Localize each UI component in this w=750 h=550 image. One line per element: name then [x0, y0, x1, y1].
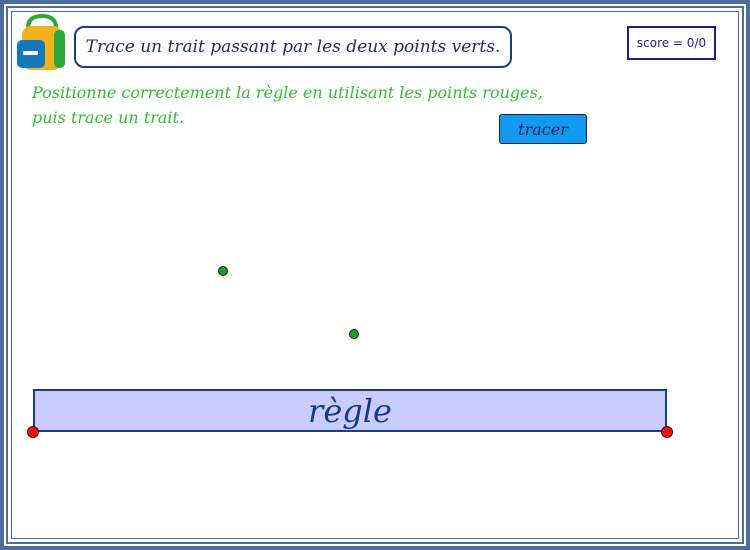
instruction-box: Trace un trait passant par les deux poin… [74, 26, 512, 68]
green-point-1 [218, 266, 228, 276]
tracer-button[interactable]: tracer [499, 114, 587, 144]
ruler[interactable]: règle [33, 389, 667, 432]
score-display: score = 0/0 [627, 26, 716, 60]
hint-line-1: Positionne correctement la règle en util… [32, 83, 543, 102]
backpack-icon [17, 14, 65, 70]
ruler-handle-left[interactable] [27, 426, 39, 438]
ruler-handle-right[interactable] [661, 426, 673, 438]
green-point-2 [349, 329, 359, 339]
